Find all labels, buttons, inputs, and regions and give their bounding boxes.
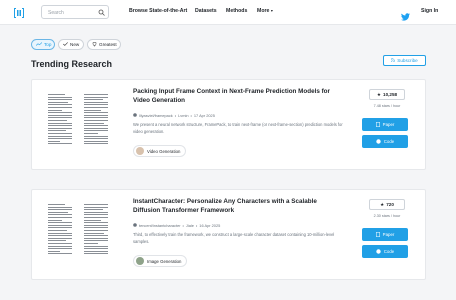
section-title: Trending Research bbox=[31, 59, 113, 69]
github-icon bbox=[133, 223, 137, 228]
task-tag-label: Video Generation bbox=[147, 148, 181, 154]
filter-greatest-label: Greatest bbox=[99, 42, 117, 47]
paper-repo-link[interactable]: lllyasviel/framepack bbox=[139, 113, 173, 118]
document-icon bbox=[375, 121, 380, 128]
paper-title[interactable]: InstantCharacter: Personalize Any Charac… bbox=[133, 198, 343, 215]
star-count: 10,258 bbox=[383, 92, 398, 97]
subscribe-button[interactable]: Subscribe bbox=[383, 55, 426, 66]
chevron-down-icon: ▾ bbox=[270, 8, 273, 13]
paper-button-label: Paper bbox=[382, 122, 395, 127]
paper-button[interactable]: Paper bbox=[362, 228, 408, 241]
stars-per-hour: 7.48 stars / hour bbox=[373, 104, 401, 108]
meta-separator: • bbox=[195, 223, 198, 228]
subscribe-label: Subscribe bbox=[397, 58, 418, 63]
code-button-label: Code bbox=[383, 249, 395, 254]
github-icon bbox=[376, 248, 381, 255]
star-icon: ★ bbox=[376, 91, 382, 97]
github-icon bbox=[376, 138, 381, 145]
nav-methods[interactable]: Methods bbox=[226, 8, 247, 14]
nav-datasets[interactable]: Datasets bbox=[195, 8, 217, 14]
task-tag[interactable]: Image Generation bbox=[133, 255, 188, 267]
star-count-badge: ★ 720 bbox=[369, 199, 405, 210]
search-box bbox=[41, 5, 109, 19]
twitter-icon[interactable] bbox=[401, 8, 410, 21]
sign-in-link[interactable]: Sign In bbox=[421, 8, 438, 14]
paper-meta: lllyasviel/framepack • Lvmin • 17 Apr 20… bbox=[133, 113, 215, 118]
star-count: 720 bbox=[386, 202, 394, 207]
paper-meta: tencent/instantcharacter • Jiale • 16 Ap… bbox=[133, 223, 220, 228]
meta-separator: • bbox=[190, 113, 192, 118]
paper-thumbnail[interactable] bbox=[42, 200, 114, 270]
filter-top[interactable]: Top bbox=[31, 39, 55, 50]
nav-browse-sota[interactable]: Browse State-of-the-Art bbox=[129, 8, 187, 14]
trophy-icon bbox=[92, 41, 97, 48]
nav-more-label: More bbox=[257, 8, 270, 14]
paper-thumbnail[interactable] bbox=[42, 90, 114, 160]
stars-per-hour: 2.30 stars / hour bbox=[373, 214, 401, 218]
image-generation-icon bbox=[136, 257, 144, 265]
filter-new[interactable]: New bbox=[58, 39, 84, 50]
star-icon: ★ bbox=[380, 201, 385, 207]
paper-date: 17 Apr 2025 bbox=[193, 113, 215, 118]
video-generation-icon bbox=[136, 147, 144, 155]
filter-new-label: New bbox=[70, 42, 80, 47]
star-count-badge: ★ 10,258 bbox=[369, 89, 405, 100]
nav-more[interactable]: More ▾ bbox=[257, 8, 273, 14]
trend-icon bbox=[35, 42, 43, 47]
search-icon[interactable] bbox=[96, 7, 107, 17]
paper-abstract: We present a neural network structure, F… bbox=[133, 122, 343, 134]
paper-author[interactable]: Jiale bbox=[186, 223, 194, 228]
rss-icon bbox=[391, 57, 396, 63]
task-tag-label: Image Generation bbox=[147, 258, 182, 264]
filter-top-label: Top bbox=[44, 42, 52, 47]
document-icon bbox=[375, 231, 380, 238]
search-input[interactable] bbox=[48, 8, 92, 17]
paper-author[interactable]: Lvmin bbox=[178, 113, 188, 118]
github-icon bbox=[133, 113, 137, 118]
paper-card: Packing Input Frame Context in Next-Fram… bbox=[31, 79, 426, 170]
check-icon bbox=[63, 42, 68, 47]
code-button[interactable]: Code bbox=[362, 135, 408, 148]
paper-repo-link[interactable]: tencent/instantcharacter bbox=[139, 223, 181, 228]
paper-button-label: Paper bbox=[382, 232, 395, 237]
code-button[interactable]: Code bbox=[362, 245, 408, 258]
paper-card: InstantCharacter: Personalize Any Charac… bbox=[31, 189, 426, 280]
top-navbar: Browse State-of-the-Art Datasets Methods… bbox=[0, 0, 456, 25]
paper-title[interactable]: Packing Input Frame Context in Next-Fram… bbox=[133, 88, 343, 105]
meta-separator: • bbox=[182, 223, 184, 228]
paperswithcode-logo-icon[interactable] bbox=[13, 6, 25, 18]
paper-date: 16 Apr 2025 bbox=[199, 223, 221, 228]
filter-greatest[interactable]: Greatest bbox=[87, 39, 121, 50]
code-button-label: Code bbox=[383, 139, 395, 144]
paper-button[interactable]: Paper bbox=[362, 118, 408, 131]
meta-separator: • bbox=[174, 113, 177, 118]
task-tag[interactable]: Video Generation bbox=[133, 145, 187, 157]
paper-abstract: Third, to effectively train the framewor… bbox=[133, 232, 335, 244]
